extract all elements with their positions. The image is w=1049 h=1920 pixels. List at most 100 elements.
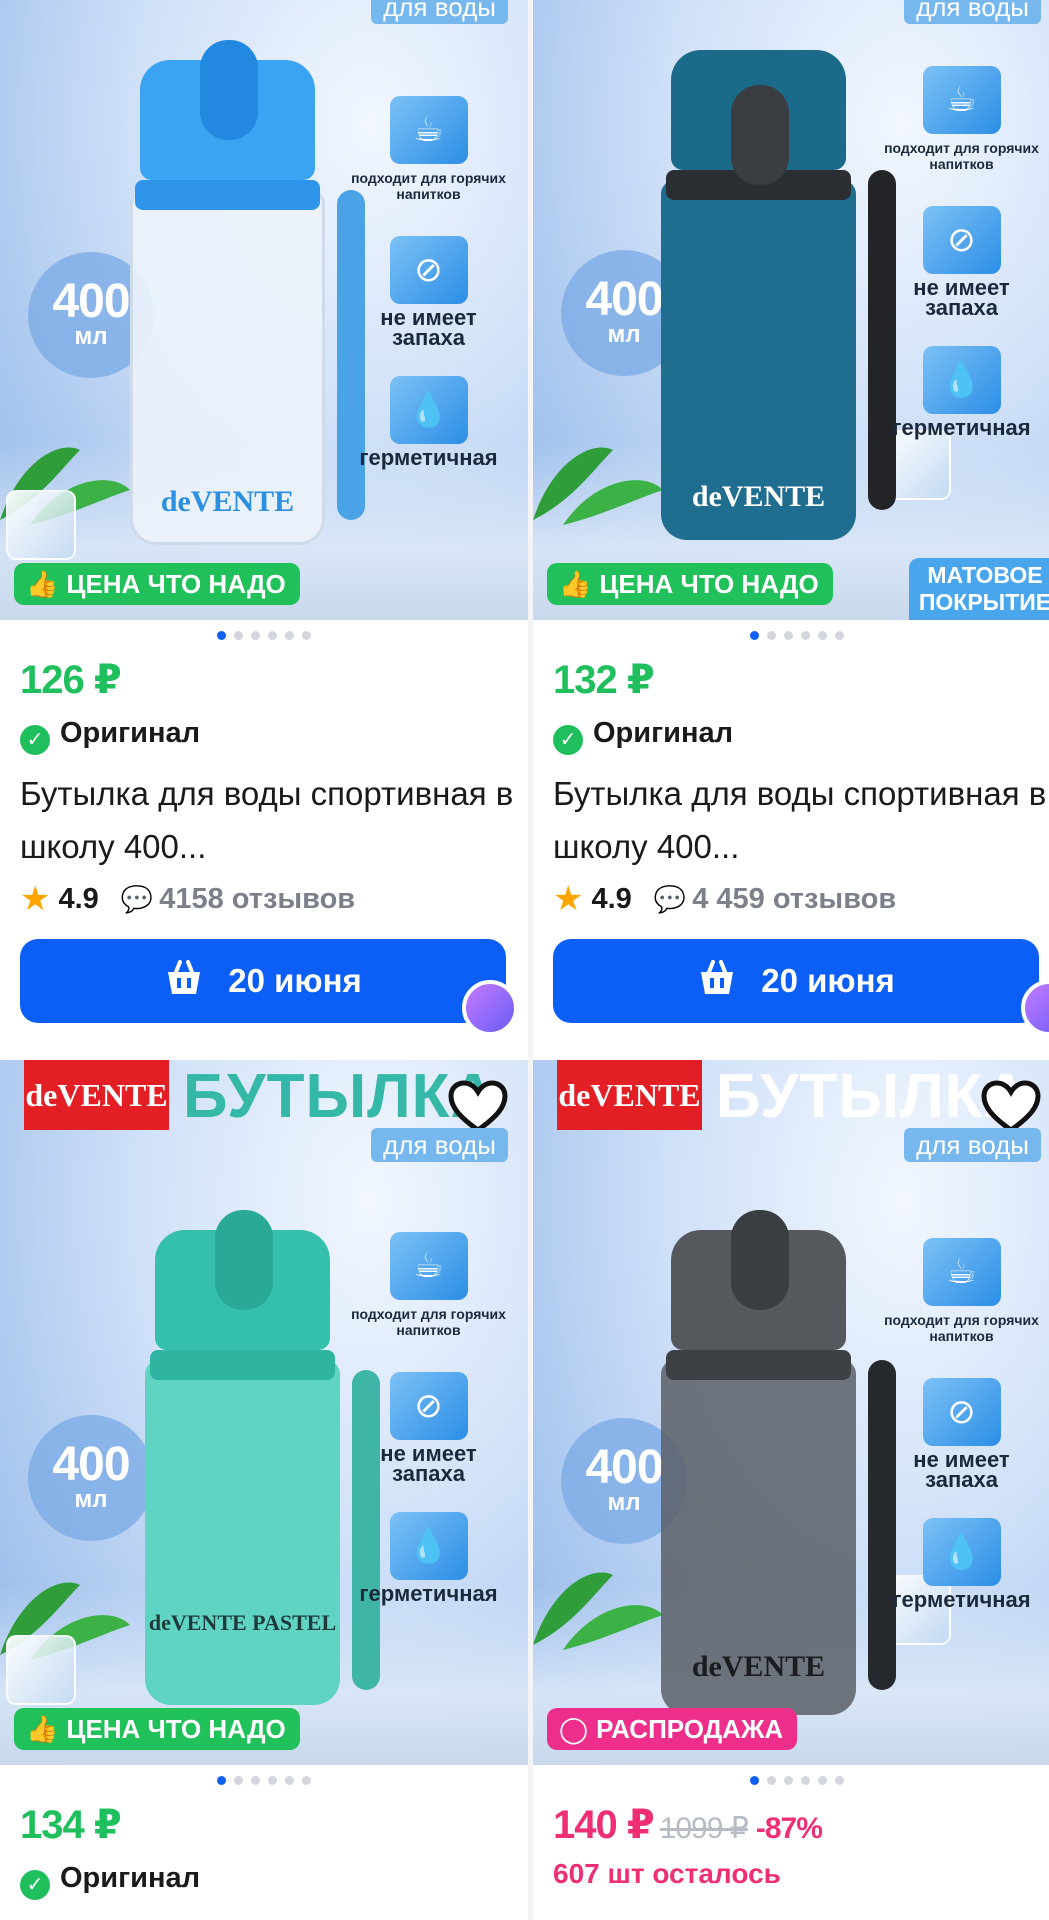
ice-cube — [6, 1635, 76, 1705]
no-odor-icon: ⊘ — [389, 1372, 468, 1440]
bottle-latch — [731, 85, 789, 185]
mint-leaves-icon — [533, 1572, 663, 1650]
top-badge: для воды — [904, 0, 1041, 24]
no-odor-icon: ⊘ — [922, 206, 1001, 274]
product-card[interactable]: deVENTE БУТЫЛКА для воды 400 мл deVENTE … — [0, 1060, 528, 1900]
product-info: 134 ₽ ✓ Оригинал — [20, 1803, 520, 1900]
feature-odor-label: не имеет запаха — [913, 1447, 1010, 1492]
star-icon: ★ — [20, 880, 51, 918]
feature-odor: ⊘ не имеет запаха — [341, 236, 516, 350]
drop-icon: 💧 — [922, 1518, 1001, 1586]
promo-badge: 👍 ЦЕНА ЧТО НАДО — [14, 563, 300, 605]
product-title[interactable]: Бутылка для воды спортивная в школу 400.… — [553, 767, 1049, 873]
rating-score: 4.9 — [58, 883, 99, 915]
feature-odor: ⊘ не имеет запаха — [341, 1372, 516, 1486]
product-image[interactable]: для воды 400 мл deVENTE ☕ подходит для г… — [0, 0, 528, 620]
feature-hot-label: подходит для горячих напитков — [884, 1312, 1039, 1344]
product-card[interactable]: для воды 400 мл deVENTE ☕ подходит для г… — [0, 0, 528, 1036]
product-info: 126 ₽ ✓ Оригинал Бутылка для воды спортив… — [20, 658, 520, 919]
star-icon: ★ — [553, 880, 584, 918]
top-badge: для воды — [371, 1128, 508, 1162]
cup-icon: ☕ — [389, 1232, 468, 1300]
price: 132 ₽ — [553, 658, 655, 702]
product-card[interactable]: для воды 400 мл deVENTE ☕ подходит для г… — [533, 0, 1049, 1036]
promo-badge: ◯ РАСПРОДАЖА — [547, 1708, 798, 1750]
delivery-date: 20 июня — [228, 962, 362, 999]
image-pager[interactable] — [0, 631, 528, 643]
feature-odor: ⊘ не имеет запаха — [874, 1378, 1049, 1492]
old-price: 1099 ₽ — [659, 1812, 749, 1845]
add-to-cart-button[interactable]: 20 июня — [20, 939, 506, 1023]
feature-seal: 💧 герметичная — [341, 376, 516, 469]
bottle-logo: deVENTE — [691, 1650, 826, 1683]
original-badge: ✓ Оригинал — [20, 716, 520, 755]
feature-hot-label: подходит для горячих напитков — [351, 1306, 506, 1338]
promo-label: ЦЕНА ЧТО НАДО — [599, 569, 819, 599]
check-icon: ✓ — [20, 725, 50, 755]
basket-icon — [701, 960, 734, 994]
feature-hot: ☕ подходит для горячих напитков — [874, 66, 1049, 172]
basket-icon — [168, 960, 201, 994]
promo-label: РАСПРОДАЖА — [596, 1714, 784, 1744]
drop-icon: 💧 — [389, 376, 468, 444]
original-badge: ✓ Оригинал — [553, 716, 1049, 755]
image-pager[interactable] — [533, 631, 1049, 643]
price: 134 ₽ — [20, 1803, 122, 1847]
reviews-count[interactable]: 4 459 отзывов — [692, 883, 896, 915]
top-badge: для воды — [371, 0, 508, 24]
feature-odor-label: не имеет запаха — [380, 305, 477, 350]
product-card[interactable]: deVENTE БУТЫЛКА для воды 400 мл deVENTE … — [533, 1060, 1049, 1889]
product-grid: для воды 400 мл deVENTE ☕ подходит для г… — [0, 0, 1049, 1920]
thumbs-up-icon: 👍 — [26, 1714, 59, 1744]
image-pager[interactable] — [533, 1776, 1049, 1788]
feature-hot-label: подходит для горячих напитков — [351, 170, 506, 202]
bottle-latch — [215, 1210, 273, 1310]
bottle-latch — [731, 1210, 789, 1310]
feature-seal: 💧 герметичная — [874, 346, 1049, 439]
comment-icon: 💬 — [653, 884, 687, 914]
comment-icon: 💬 — [120, 884, 154, 914]
rating-row: ★ 4.9 💬 4 459 отзывов — [553, 879, 1049, 919]
cup-icon: ☕ — [922, 66, 1001, 134]
promo-label: ЦЕНА ЧТО НАДО — [66, 569, 286, 599]
cup-icon: ☕ — [389, 96, 468, 164]
product-info: 140 ₽1099 ₽ -87% 607 шт осталось — [553, 1803, 1049, 1891]
bottle-logo: deVENTE — [160, 485, 295, 518]
check-icon: ✓ — [553, 725, 583, 755]
matte-label: МАТОВОЕ ПОКРЫТИЕ — [909, 558, 1049, 620]
product-title[interactable]: Бутылка для воды спортивная в школу 400.… — [20, 767, 520, 873]
product-image[interactable]: deVENTE БУТЫЛКА для воды 400 мл deVENTE … — [533, 1060, 1049, 1765]
add-to-cart-button[interactable]: 20 июня — [553, 939, 1039, 1023]
rating-score: 4.9 — [591, 883, 632, 915]
price: 140 ₽ — [553, 1803, 655, 1847]
bottle: deVENTE PASTEL — [145, 1210, 380, 1710]
reviews-count[interactable]: 4158 отзывов — [159, 883, 355, 915]
bottle: deVENTE — [661, 40, 896, 550]
heart-icon[interactable] — [448, 1080, 508, 1134]
ice-cube — [6, 490, 76, 560]
feature-seal-label: герметичная — [359, 1581, 498, 1606]
promo-badge: 👍 ЦЕНА ЧТО НАДО — [14, 1708, 300, 1750]
bottle-latch — [200, 40, 258, 140]
feature-hot: ☕ подходит для горячих напитков — [341, 1232, 516, 1338]
product-image[interactable]: deVENTE БУТЫЛКА для воды 400 мл deVENTE … — [0, 1060, 528, 1765]
volume-badge: 400 мл — [28, 1415, 154, 1541]
crown-icon — [462, 980, 518, 1036]
drop-icon: 💧 — [389, 1512, 468, 1580]
thumbs-up-icon: 👍 — [559, 569, 592, 599]
bottle-ring — [150, 1350, 335, 1380]
bottle-body — [145, 1360, 340, 1705]
bottle-ring — [135, 180, 320, 210]
brand-logo: deVENTE — [24, 1060, 169, 1130]
price: 126 ₽ — [20, 658, 122, 702]
feature-odor-label: не имеет запаха — [380, 1441, 477, 1486]
heart-icon[interactable] — [981, 1080, 1041, 1134]
price-row: 140 ₽1099 ₽ -87% — [553, 1803, 1049, 1851]
image-pager[interactable] — [0, 1776, 528, 1788]
feature-seal: 💧 герметичная — [341, 1512, 516, 1606]
cup-icon: ☕ — [922, 1238, 1001, 1306]
rating-row: ★ 4.9 💬 4158 отзывов — [20, 879, 520, 919]
product-image[interactable]: для воды 400 мл deVENTE ☕ подходит для г… — [533, 0, 1049, 620]
no-odor-icon: ⊘ — [389, 236, 468, 304]
bottle-logo: deVENTE PASTEL — [148, 1610, 337, 1635]
